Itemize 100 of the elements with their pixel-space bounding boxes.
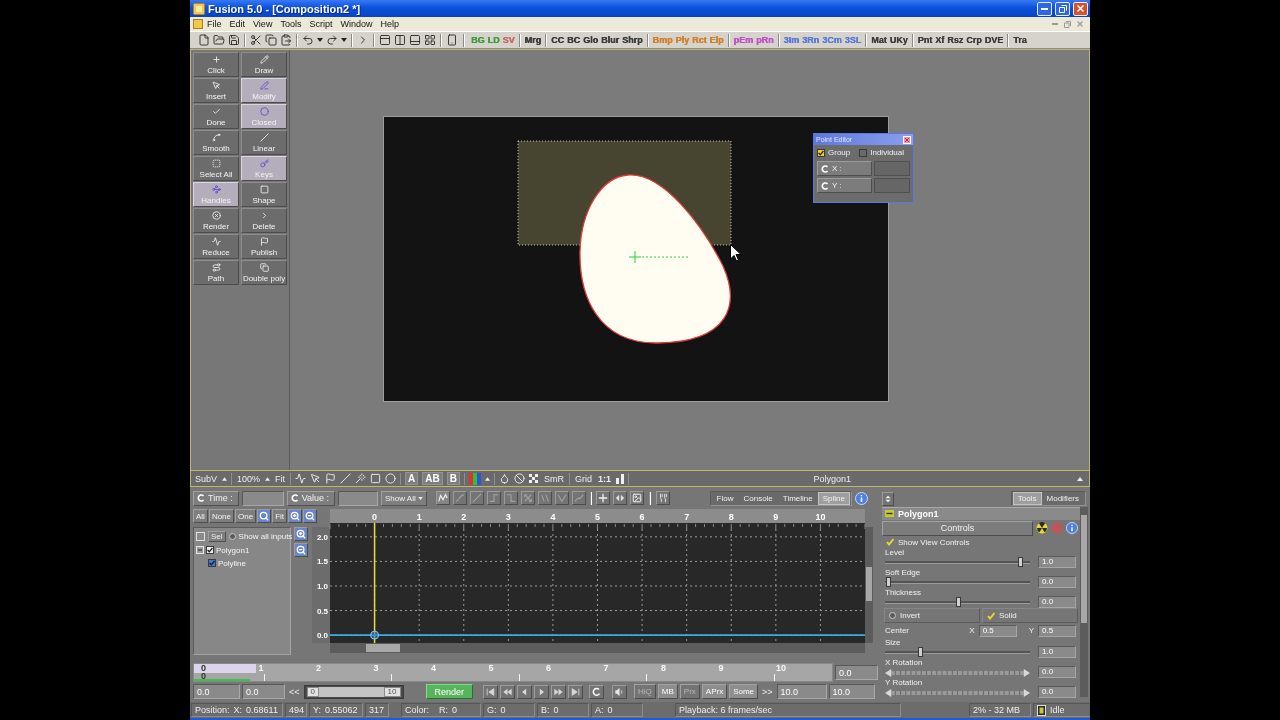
value-field[interactable]: 1.0: [1038, 646, 1076, 658]
render-mode-button[interactable]: Some: [729, 684, 759, 699]
tool-button[interactable]: Shape: [241, 182, 287, 207]
menu-item[interactable]: View: [249, 18, 277, 30]
close-button[interactable]: [1073, 1, 1088, 16]
tool-button[interactable]: Render: [193, 208, 239, 233]
range-handle[interactable]: 10: [383, 686, 401, 697]
tool-shortcut-button[interactable]: Rsz: [946, 33, 965, 47]
tool-shortcut-button[interactable]: Rct: [691, 33, 708, 47]
tool-shortcut-button[interactable]: Glo: [582, 33, 599, 47]
range-slider[interactable]: 0 10: [303, 684, 404, 699]
columns-icon[interactable]: [394, 34, 406, 46]
checkbox[interactable]: [817, 148, 825, 157]
scissors-icon[interactable]: [250, 34, 262, 46]
slider-thumb[interactable]: [885, 577, 891, 588]
play-icon[interactable]: [534, 684, 550, 699]
tool-shortcut-button[interactable]: BC: [566, 33, 581, 47]
drop-icon[interactable]: [499, 473, 510, 484]
time-field[interactable]: [241, 490, 284, 506]
channel-toggle-button[interactable]: AB: [422, 472, 443, 485]
rgb-bars-icon[interactable]: [469, 472, 481, 485]
step-back-label[interactable]: <<: [289, 686, 300, 697]
checkbox[interactable]: [859, 148, 868, 157]
coordinate-button[interactable]: X :: [817, 161, 872, 176]
skip-back-icon[interactable]: [483, 684, 499, 699]
menu-item[interactable]: Window: [336, 18, 377, 30]
flag-icon[interactable]: [325, 473, 337, 484]
tool-shortcut-button[interactable]: LD: [486, 33, 501, 47]
tool-shortcut-button[interactable]: pRn: [755, 33, 775, 47]
render-end-field[interactable]: 10.0: [776, 684, 827, 699]
info-icon[interactable]: [855, 491, 868, 505]
tool-button[interactable]: Reduce: [193, 234, 239, 259]
channel-toggle-button[interactable]: A: [405, 472, 419, 485]
tool-shortcut-button[interactable]: Elp: [708, 33, 725, 47]
scrollbar-thumb[interactable]: [366, 644, 400, 652]
caret-up-icon[interactable]: [265, 476, 271, 481]
smr-button[interactable]: SmR: [543, 473, 565, 484]
value-button[interactable]: Value :: [286, 490, 336, 506]
menu-item[interactable]: Script: [305, 18, 337, 30]
tool-shortcut-button[interactable]: CC: [550, 33, 565, 47]
tool-button[interactable]: Double poly: [241, 260, 287, 285]
skip-forward-icon[interactable]: [568, 684, 584, 699]
image-icon[interactable]: [629, 491, 644, 505]
checkbox[interactable]: [206, 546, 214, 554]
controls-tab[interactable]: Controls: [882, 520, 1033, 536]
select-button[interactable]: All: [193, 509, 208, 523]
rising-line-icon[interactable]: [571, 491, 586, 505]
grid-button[interactable]: Grid: [574, 473, 593, 484]
tool-shortcut-button[interactable]: 3Rn: [801, 33, 821, 47]
show-dropdown[interactable]: Show All: [381, 490, 427, 506]
panel-top-icon[interactable]: [379, 34, 391, 46]
tool-button[interactable]: Select All: [193, 156, 239, 181]
value-field[interactable]: 0.0: [1038, 595, 1076, 608]
fork-icon[interactable]: [655, 491, 670, 505]
zoom-button[interactable]: 100%: [236, 473, 262, 484]
checkbox[interactable]: [208, 559, 216, 567]
tool-button[interactable]: Linear: [241, 130, 287, 155]
time-button[interactable]: Time :: [193, 490, 239, 506]
tool-button[interactable]: Publish: [241, 234, 287, 259]
coordinate-field[interactable]: [874, 178, 910, 193]
tool-shortcut-button[interactable]: Crp: [965, 33, 983, 47]
caret-up-icon[interactable]: [222, 476, 228, 481]
step-back-icon[interactable]: [517, 684, 533, 699]
panel-tab[interactable]: Modifiers: [1041, 492, 1084, 505]
vertical-scrollbar[interactable]: [1080, 507, 1088, 697]
tool-button[interactable]: Draw: [241, 52, 287, 77]
line-icon[interactable]: [340, 473, 352, 484]
tool-button[interactable]: Delete: [241, 208, 287, 233]
caret-up-icon[interactable]: [1077, 476, 1083, 481]
tool-button[interactable]: Path: [193, 260, 239, 285]
zoom-out-icon[interactable]: [294, 543, 308, 557]
tool-button[interactable]: Click: [193, 52, 239, 77]
caret-down-icon[interactable]: [317, 38, 323, 42]
menu-item[interactable]: Edit: [225, 18, 250, 30]
search-icon[interactable]: [257, 509, 272, 523]
x-field[interactable]: 0.5: [978, 624, 1017, 637]
value-field[interactable]: 0.0: [1038, 575, 1076, 588]
subview-button[interactable]: SubV: [194, 473, 219, 484]
range-handle[interactable]: 0: [306, 686, 319, 697]
tool-shortcut-button[interactable]: 3Im: [782, 33, 801, 47]
thumbwheel[interactable]: [885, 689, 1030, 697]
menu-item[interactable]: File: [203, 18, 226, 30]
select-button[interactable]: None: [208, 509, 234, 523]
value-field[interactable]: 1.0: [1038, 555, 1076, 568]
pointer-icon[interactable]: [310, 473, 322, 484]
value-field[interactable]: 0.0: [1038, 686, 1076, 698]
tool-shortcut-button[interactable]: Ply: [674, 33, 691, 47]
tool-button[interactable]: Insert: [193, 78, 239, 103]
global-start-field[interactable]: 0.0: [193, 684, 240, 699]
graph-icon[interactable]: [435, 491, 450, 505]
tool-button[interactable]: Done: [193, 104, 239, 129]
select-button[interactable]: One: [235, 509, 257, 523]
circle-icon[interactable]: [385, 473, 397, 484]
coordinate-field[interactable]: [874, 161, 910, 176]
tool-shortcut-button[interactable]: SV: [501, 33, 516, 47]
tool-shortcut-button[interactable]: DVE: [983, 33, 1005, 47]
slider-thumb[interactable]: [1017, 557, 1023, 568]
plus-icon[interactable]: [595, 491, 610, 505]
speaker-icon[interactable]: [612, 684, 628, 699]
save-icon[interactable]: [228, 34, 240, 46]
